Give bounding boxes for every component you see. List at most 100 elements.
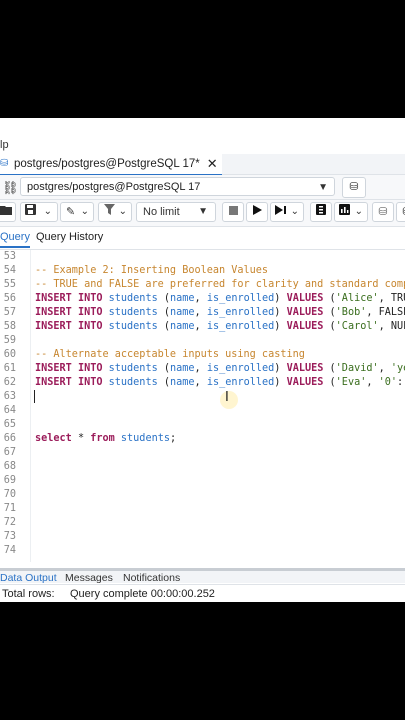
- connection-bar: ⛓ postgres/postgres@PostgreSQL 17 ▼ ⛁: [0, 175, 405, 200]
- execute-options-button[interactable]: ⌄: [270, 202, 304, 222]
- code-line[interactable]: 64: [0, 404, 405, 418]
- explain-icon: [316, 204, 326, 215]
- database-stack-icon[interactable]: ⛁: [342, 177, 366, 198]
- code-text: -- Alternate acceptable inputs using cas…: [35, 349, 305, 360]
- close-icon[interactable]: ✕: [207, 156, 218, 172]
- connection-select[interactable]: postgres/postgres@PostgreSQL 17 ▼: [20, 177, 335, 196]
- tab-query[interactable]: Query: [0, 231, 30, 248]
- open-file-button[interactable]: [0, 202, 16, 222]
- connection-value: postgres/postgres@PostgreSQL 17: [27, 181, 201, 193]
- play-script-icon: [275, 205, 286, 215]
- chevron-down-icon: ▼: [198, 206, 208, 217]
- edit-button[interactable]: ✎ ⌄: [60, 202, 94, 222]
- code-line[interactable]: 68: [0, 460, 405, 474]
- code-line[interactable]: 67: [0, 446, 405, 460]
- code-text: -- TRUE and FALSE are preferred for clar…: [35, 279, 405, 290]
- line-number: 74: [3, 545, 16, 556]
- editor-tab-bar: ⛁ postgres/postgres@PostgreSQL 17* ✕: [0, 154, 405, 176]
- tab-data-output[interactable]: Data Output: [0, 572, 57, 583]
- line-number: 69: [3, 475, 16, 486]
- status-bar: Total rows: Query complete 00:00:00.252: [0, 584, 405, 602]
- line-number: 68: [3, 461, 16, 472]
- code-line[interactable]: 65: [0, 418, 405, 432]
- line-number: 63: [3, 391, 16, 402]
- code-line[interactable]: 58 INSERT INTO students (name, is_enrolle…: [0, 320, 405, 334]
- code-line[interactable]: 70: [0, 488, 405, 502]
- total-rows-label: Total rows:: [2, 588, 55, 600]
- code-text: INSERT INTO students (name, is_enrolled)…: [35, 321, 405, 332]
- folder-icon: [0, 206, 12, 215]
- explain-analyze-button[interactable]: ⌄: [334, 202, 368, 222]
- text-caret: [34, 390, 35, 403]
- chevron-down-icon: ⌄: [354, 206, 363, 217]
- code-line[interactable]: 63: [0, 390, 405, 404]
- link-icon[interactable]: ⛓: [2, 180, 19, 196]
- limit-select[interactable]: No limit ▼: [136, 202, 216, 222]
- tab-messages[interactable]: Messages: [65, 572, 113, 583]
- query-tab-title: postgres/postgres@PostgreSQL 17*: [14, 158, 200, 170]
- rollback-button[interactable]: ⛁: [396, 202, 405, 222]
- stop-button[interactable]: [222, 202, 244, 222]
- text-cursor-icon: I: [225, 390, 229, 405]
- explain-button[interactable]: [310, 202, 332, 222]
- code-text: select * from students;: [35, 433, 177, 444]
- tab-query-history[interactable]: Query History: [36, 231, 103, 243]
- chart-icon: [339, 204, 350, 215]
- code-line[interactable]: 69: [0, 474, 405, 488]
- code-line[interactable]: 72: [0, 516, 405, 530]
- code-line[interactable]: 60 -- Alternate acceptable inputs using c…: [0, 348, 405, 362]
- query-tab[interactable]: ⛁ postgres/postgres@PostgreSQL 17* ✕: [0, 154, 222, 176]
- line-number: 56: [3, 293, 16, 304]
- code-line[interactable]: 54 -- Example 2: Inserting Boolean Values: [0, 264, 405, 278]
- code-text: INSERT INTO students (name, is_enrolled)…: [35, 293, 405, 304]
- menu-help[interactable]: lp: [0, 139, 9, 151]
- line-number: 70: [3, 489, 16, 500]
- code-line[interactable]: 71: [0, 502, 405, 516]
- tab-notifications[interactable]: Notifications: [123, 572, 180, 583]
- query-status: Query complete 00:00:00.252: [70, 588, 215, 600]
- commit-button[interactable]: ⛁: [372, 202, 394, 222]
- chevron-down-icon: ▼: [318, 182, 328, 193]
- mouse-cursor-highlight: [220, 391, 238, 409]
- menu-bar: lp: [0, 118, 405, 154]
- line-number: 55: [3, 279, 16, 290]
- code-line[interactable]: 56 INSERT INTO students (name, is_enrolle…: [0, 292, 405, 306]
- code-line[interactable]: 66 select * from students;: [0, 432, 405, 446]
- line-number: 60: [3, 349, 16, 360]
- chevron-down-icon: ⌄: [118, 206, 127, 217]
- line-number: 62: [3, 377, 16, 388]
- line-number: 53: [3, 251, 16, 262]
- save-icon: [25, 204, 36, 215]
- execute-button[interactable]: [246, 202, 268, 222]
- limit-value: No limit: [143, 206, 180, 218]
- output-tabs: Data Output Messages Notifications: [0, 568, 405, 583]
- pgadmin-query-tool: lp ⛁ postgres/postgres@PostgreSQL 17* ✕ …: [0, 118, 405, 602]
- save-button[interactable]: ⌄: [20, 202, 58, 222]
- code-line[interactable]: 53: [0, 250, 405, 264]
- line-number: 73: [3, 531, 16, 542]
- code-line[interactable]: 57 INSERT INTO students (name, is_enrolle…: [0, 306, 405, 320]
- code-line[interactable]: 62 INSERT INTO students (name, is_enrolle…: [0, 376, 405, 390]
- sql-editor[interactable]: 53 54 -- Example 2: Inserting Boolean Valu…: [0, 250, 405, 562]
- line-number: 58: [3, 321, 16, 332]
- code-text: -- Example 2: Inserting Boolean Values: [35, 265, 269, 276]
- stop-icon: [228, 206, 238, 215]
- code-line[interactable]: 55 -- TRUE and FALSE are preferred for cl…: [0, 278, 405, 292]
- code-text: INSERT INTO students (name, is_enrolled)…: [35, 307, 405, 318]
- line-number: 65: [3, 419, 16, 430]
- chevron-down-icon: ⌄: [43, 206, 52, 217]
- code-line[interactable]: 74: [0, 544, 405, 558]
- database-check-icon: ⛁: [378, 206, 388, 218]
- query-toolbar: ⌄ ✎ ⌄ ⌄ No limit ▼ ⌄ ⌄ ⛁: [0, 200, 405, 227]
- filter-button[interactable]: ⌄: [98, 202, 132, 222]
- line-number: 72: [3, 517, 16, 528]
- code-line[interactable]: 73: [0, 530, 405, 544]
- code-line[interactable]: 59: [0, 334, 405, 348]
- code-line[interactable]: 61 INSERT INTO students (name, is_enrolle…: [0, 362, 405, 376]
- line-number: 71: [3, 503, 16, 514]
- database-icon: ⛁: [0, 158, 9, 169]
- filter-icon: [104, 204, 115, 215]
- pencil-icon: ✎: [66, 206, 76, 218]
- line-number: 66: [3, 433, 16, 444]
- line-number: 54: [3, 265, 16, 276]
